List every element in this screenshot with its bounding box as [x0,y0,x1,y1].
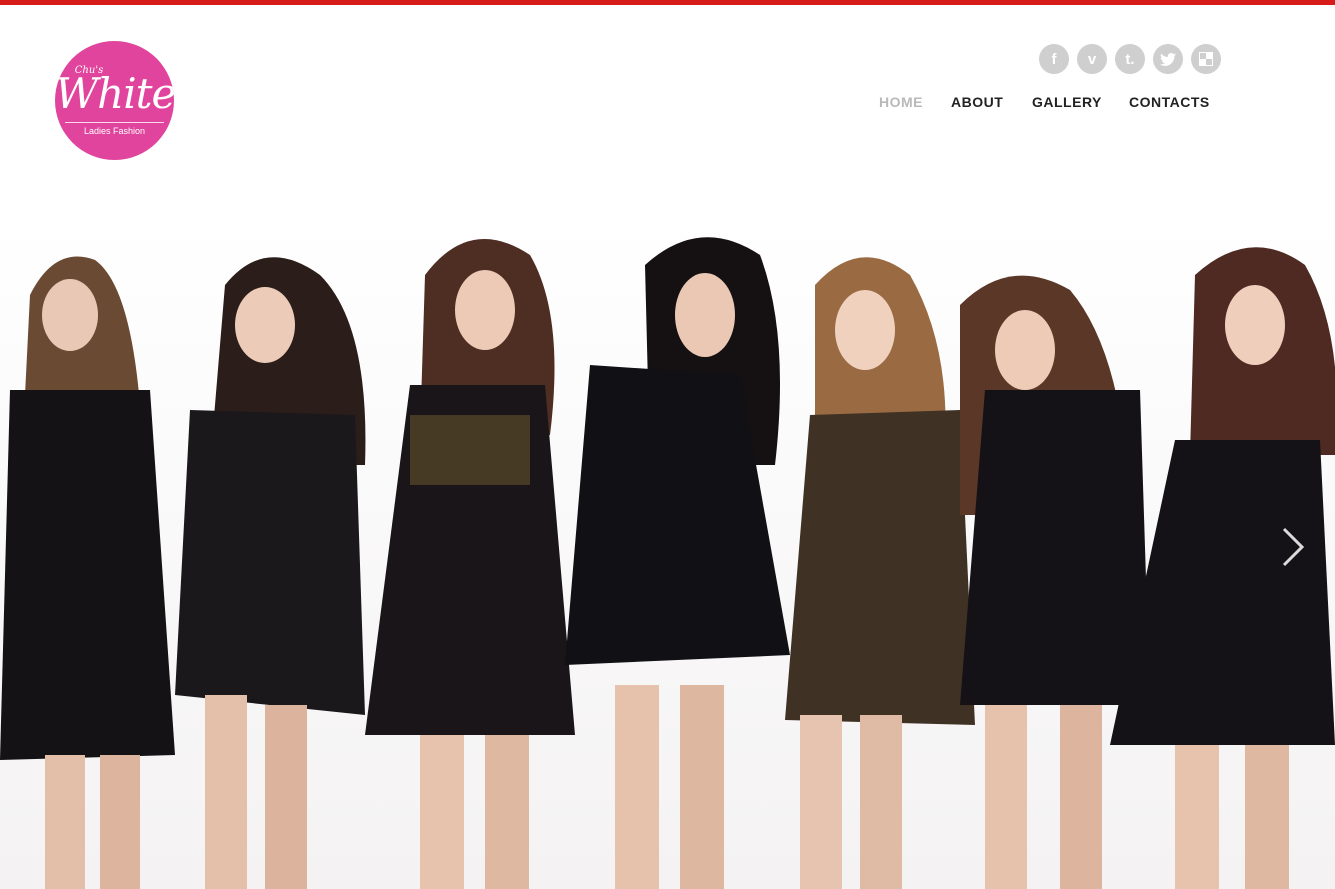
group-photo [0,237,1335,889]
top-accent-bar [0,0,1335,5]
delicious-icon[interactable] [1191,44,1221,74]
tumblr-icon[interactable]: t. [1115,44,1145,74]
site-logo[interactable]: Chu's White Ladies Fashion [55,41,174,160]
figure-5 [785,257,975,889]
logo-word: White [55,69,174,118]
figure-1 [0,256,175,889]
nav-gallery[interactable]: GALLERY [1032,94,1102,110]
logo-tagline: Ladies Fashion [83,126,146,136]
twitter-icon[interactable] [1153,44,1183,74]
chevron-right-icon[interactable] [1278,525,1308,569]
figure-3 [365,239,575,889]
logo-divider [65,122,164,123]
facebook-icon[interactable]: f [1039,44,1069,74]
vimeo-icon[interactable]: v [1077,44,1107,74]
figure-2 [175,257,366,889]
figure-6 [960,275,1150,889]
hero-slider [0,215,1335,889]
nav-about[interactable]: ABOUT [951,94,1003,110]
nav-home[interactable]: HOME [879,94,923,110]
nav-contacts[interactable]: CONTACTS [1129,94,1210,110]
figure-4 [565,237,790,889]
